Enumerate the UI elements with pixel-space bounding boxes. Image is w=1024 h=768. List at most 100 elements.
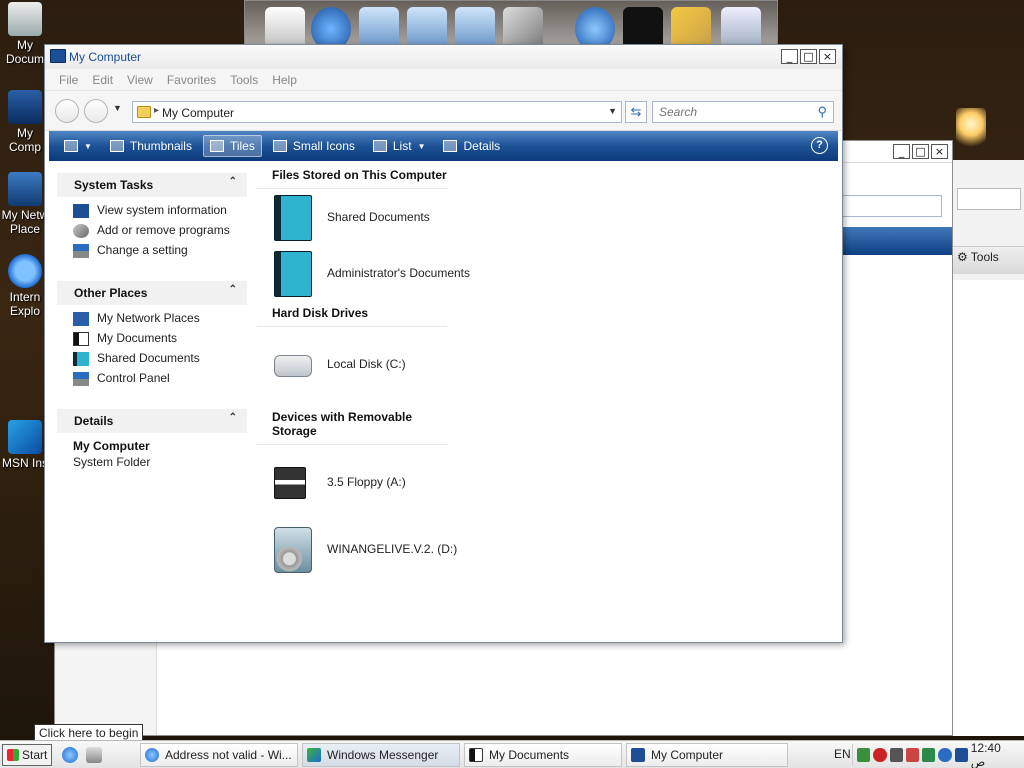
network-tray-icon[interactable]	[857, 748, 871, 762]
system-tray: 12:40 ص	[852, 741, 1022, 768]
search-input[interactable]	[659, 103, 809, 121]
other-places-header[interactable]: Other Places ⌃	[57, 281, 247, 305]
tile-cd-drive-d[interactable]: WINANGELIVE.V.2. (D:)	[257, 521, 837, 577]
group-title-removable: Devices with Removable Storage	[257, 405, 447, 445]
shared-documents-link[interactable]: Shared Documents	[73, 351, 247, 366]
my-documents-link[interactable]: My Documents	[73, 331, 247, 346]
menu-view[interactable]: View	[120, 69, 160, 90]
tile-floppy-a[interactable]: 3.5 Floppy (A:)	[257, 445, 837, 521]
desktop-icon-my-computer[interactable]: My Comp	[0, 90, 50, 154]
device-tray-icon[interactable]	[889, 748, 903, 762]
collapse-chevron-icon[interactable]: ⌃	[229, 284, 237, 295]
link-label: Add or remove programs	[97, 223, 230, 237]
my-network-places-icon	[8, 172, 42, 206]
link-label: Shared Documents	[97, 351, 200, 365]
task-label: Address not valid - Wi...	[165, 748, 292, 762]
security-alert-tray-icon[interactable]	[873, 748, 887, 762]
close-button[interactable]: ×	[931, 144, 948, 159]
thumbnails-button[interactable]: Thumbnails	[103, 135, 199, 157]
collapse-chevron-icon[interactable]: ⌃	[229, 412, 237, 423]
rightmost-window[interactable]: ⚙ Tools	[953, 160, 1024, 736]
task-label: My Computer	[651, 748, 724, 762]
hard-disk-icon	[274, 355, 312, 377]
task-my-documents[interactable]: My Documents	[464, 743, 622, 767]
rightmost-address-field[interactable]	[957, 188, 1021, 210]
address-dropdown-icon[interactable]: ▼	[608, 106, 617, 116]
globe-tray-icon[interactable]	[938, 748, 952, 762]
list-button[interactable]: List ▼	[366, 135, 433, 157]
tile-shared-documents[interactable]: Shared Documents	[257, 189, 837, 245]
menu-favorites[interactable]: Favorites	[160, 69, 223, 90]
menu-edit[interactable]: Edit	[85, 69, 120, 90]
desktop-icon-my-network-places[interactable]: My Netw Place	[0, 172, 50, 236]
cd-drive-icon	[274, 527, 312, 573]
tile-administrators-documents[interactable]: Administrator's Documents	[257, 245, 837, 301]
menu-tools[interactable]: Tools	[223, 69, 265, 90]
internet-explorer-icon[interactable]	[62, 747, 78, 763]
language-indicator[interactable]: EN	[834, 747, 851, 761]
tiles-button[interactable]: Tiles	[202, 135, 262, 157]
task-windows-messenger[interactable]: Windows Messenger	[302, 743, 460, 767]
rightmost-content	[953, 280, 1024, 736]
help-icon[interactable]: ?	[811, 137, 828, 154]
monitor-tray-icon[interactable]	[954, 748, 968, 762]
small-icons-icon	[272, 140, 287, 152]
search-field[interactable]: ⚲	[652, 101, 834, 123]
address-field[interactable]: ▸ My Computer ▼	[132, 101, 622, 123]
clock[interactable]: 12:40 ص	[971, 741, 1016, 768]
system-tasks-header[interactable]: System Tasks ⌃	[57, 173, 247, 197]
task-my-computer[interactable]: My Computer	[626, 743, 788, 767]
control-panel-icon	[73, 372, 89, 386]
desktop-icon-my-documents[interactable]: My Docum	[0, 2, 50, 66]
details-header[interactable]: Details ⌃	[57, 409, 247, 433]
task-label: Windows Messenger	[327, 748, 439, 762]
layout-button[interactable]: ▼	[57, 136, 99, 156]
group-title-hard-disks: Hard Disk Drives	[257, 301, 447, 327]
menu-help[interactable]: Help	[265, 69, 304, 90]
messenger-tray-icon[interactable]	[922, 748, 936, 762]
desktop-icon-label: My Netw Place	[1, 208, 49, 236]
desktop-icon-msn[interactable]: MSN Ins	[0, 420, 50, 470]
history-dropdown-icon[interactable]: ▼	[113, 103, 122, 113]
small-icons-button[interactable]: Small Icons	[266, 135, 362, 157]
back-button[interactable]	[55, 99, 79, 123]
internet-explorer-icon	[8, 254, 42, 288]
close-button[interactable]: ×	[819, 49, 836, 64]
content-area: Files Stored on This Computer Shared Doc…	[257, 163, 837, 577]
change-setting-link[interactable]: Change a setting	[73, 243, 247, 258]
forward-button[interactable]	[84, 99, 108, 123]
tile-local-disk-c[interactable]: Local Disk (C:)	[257, 327, 837, 405]
start-button[interactable]: Start	[2, 744, 52, 766]
tools-menu-button[interactable]: ⚙ Tools	[957, 250, 999, 264]
my-computer-window: My Computer _ □ × File Edit View Favorit…	[44, 44, 843, 643]
view-system-information-link[interactable]: View system information	[73, 203, 247, 218]
menu-bar: File Edit View Favorites Tools Help	[45, 69, 842, 91]
my-network-places-link[interactable]: My Network Places	[73, 311, 247, 326]
view-toolbar: ▼ Thumbnails Tiles Small Icons List ▼ De…	[49, 131, 838, 161]
desktop-icon-label: MSN Ins	[1, 456, 48, 470]
list-label: List	[392, 139, 412, 153]
desktop-icon-internet-explorer[interactable]: Intern Explo	[0, 254, 50, 318]
wallpaper-lamp	[956, 108, 986, 148]
menu-file[interactable]: File	[52, 69, 85, 90]
tool-tray-icon[interactable]	[905, 748, 919, 762]
msn-icon	[8, 420, 42, 454]
control-panel-link[interactable]: Control Panel	[73, 371, 247, 386]
refresh-button[interactable]: ⇆	[625, 101, 647, 123]
add-remove-programs-link[interactable]: Add or remove programs	[73, 223, 247, 238]
task-address-not-valid[interactable]: Address not valid - Wi...	[140, 743, 298, 767]
link-label: Change a setting	[97, 243, 188, 257]
messenger-icon	[307, 748, 321, 762]
minimize-button[interactable]: _	[893, 144, 910, 159]
titlebar[interactable]: My Computer _ □ ×	[45, 45, 842, 69]
details-button[interactable]: Details	[436, 135, 507, 157]
background-search-field[interactable]	[832, 195, 942, 217]
tools-label: Tools	[970, 250, 999, 264]
tile-label: Local Disk (C:)	[327, 357, 406, 371]
minimize-button[interactable]: _	[781, 49, 798, 64]
maximize-button[interactable]: □	[800, 49, 817, 64]
maximize-button[interactable]: □	[912, 144, 929, 159]
collapse-chevron-icon[interactable]: ⌃	[229, 176, 237, 187]
quick-launch-icon[interactable]	[86, 747, 102, 763]
search-icon[interactable]: ⚲	[817, 104, 827, 120]
